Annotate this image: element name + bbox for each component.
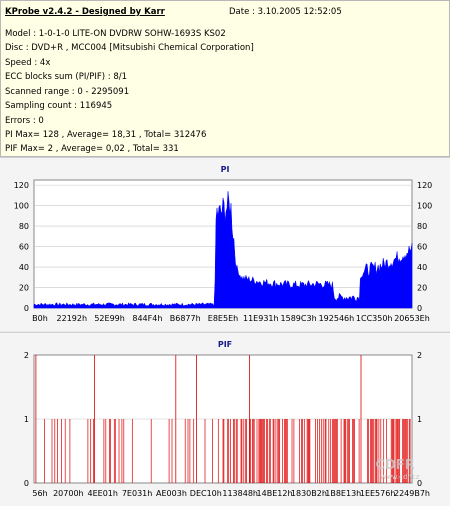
- x-tick-label: 844F4h: [132, 314, 162, 323]
- x-tick-label: E8E5Eh: [208, 314, 238, 323]
- info-range: Scanned range : 0 - 2295091: [5, 87, 130, 97]
- y-tick-label-left: 20: [19, 284, 29, 293]
- x-tick-label: 1830B2h: [291, 489, 327, 498]
- x-tick-label: 7E031h: [122, 489, 152, 498]
- watermark-logo: CDFR: [375, 458, 414, 473]
- y-tick-label-left: 1: [24, 415, 29, 424]
- x-tick-label: 14BE12h: [257, 489, 293, 498]
- info-errors: Errors : 0: [5, 116, 44, 126]
- x-tick-label: 1B8E13h: [325, 489, 361, 498]
- x-tick-label: 192546h: [319, 314, 355, 323]
- info-pi-stats: PI Max= 128 , Average= 18,31 , Total= 31…: [5, 130, 207, 140]
- x-tick-label: AE003h: [156, 489, 187, 498]
- info-speed: Speed : 4x: [5, 58, 51, 68]
- x-tick-label: 113848h: [222, 489, 258, 498]
- y-tick-label-right: 80: [417, 222, 427, 231]
- watermark-url: www.cdr.cz: [380, 473, 419, 481]
- y-tick-label-right: 100: [417, 202, 432, 211]
- x-tick-label: 56h: [32, 489, 47, 498]
- x-tick-label: DEC10h: [190, 489, 222, 498]
- x-tick-label: 20653Eh: [394, 314, 430, 323]
- pif-chart-panel: PIF 0 0 1 1 2 2 56h 20700h 4EE01h 7E031h AE003h DEC…: [0, 332, 450, 506]
- y-tick-label-right: 20: [417, 284, 427, 293]
- y-tick-label-right: 40: [417, 263, 427, 272]
- scan-date: Date : 3.10.2005 12:52:05: [229, 7, 342, 17]
- x-tick-label: 1CC350h: [356, 314, 393, 323]
- y-tick-label-left: 0: [24, 479, 29, 488]
- info-ecc: ECC blocks sum (PI/PIF) : 8/1: [5, 72, 128, 82]
- x-tick-label: 52E99h: [94, 314, 124, 323]
- y-tick-label-left: 100: [14, 202, 29, 211]
- x-tick-label: 1589C3h: [281, 314, 317, 323]
- pi-chart-panel: PI 0 0 20 20 40 40 60 60 80 80 100 100 120 120 B0h 2219…: [0, 157, 450, 331]
- pif-chart: 0 01 12 256h 20700h 4EE01h 7E031h AE003h DEC10h 1…: [24, 351, 430, 498]
- x-tick-label: 11E931h: [243, 314, 279, 323]
- y-tick-label-right: 120: [417, 181, 432, 190]
- pi-chart: 0 0 20 20 40 40 60 60 80 80 100 100 120 120 B0h 22192h 5…: [14, 179, 432, 323]
- y-tick-label-right: 2: [417, 351, 422, 360]
- x-tick-label: 20700h: [53, 489, 84, 498]
- info-disc: Disc : DVD+R , MCC004 [Mitsubishi Chemic…: [5, 43, 254, 53]
- y-tick-label-right: 60: [417, 243, 427, 252]
- y-tick-label-left: 60: [19, 243, 29, 252]
- info-model: Model : 1-0-1-0 LITE-ON DVDRW SOHW-1693S…: [5, 29, 226, 39]
- y-tick-label-right: 0: [417, 304, 422, 313]
- x-tick-label: 2249B7h: [394, 489, 430, 498]
- y-tick-label-left: 2: [24, 351, 29, 360]
- x-tick-label: 22192h: [57, 314, 88, 323]
- app-title: KProbe v2.4.2 - Designed by Karr: [5, 7, 165, 17]
- y-tick-label-left: 0: [24, 304, 29, 313]
- y-tick-label-left: 120: [14, 181, 29, 190]
- x-tick-label: B0h: [32, 314, 48, 323]
- y-tick-label-left: 80: [19, 222, 29, 231]
- x-tick-label: B6877h: [170, 314, 201, 323]
- x-tick-label: 1EE576h: [360, 489, 396, 498]
- info-sampling: Sampling count : 116945: [5, 101, 113, 111]
- info-panel: KProbe v2.4.2 - Designed by Karr Date : …: [0, 0, 450, 157]
- y-tick-label-left: 40: [19, 263, 29, 272]
- info-pif-stats: PIF Max= 2 , Average= 0,02 , Total= 331: [5, 144, 179, 154]
- x-tick-label: 4EE01h: [88, 489, 118, 498]
- y-tick-label-right: 1: [417, 415, 422, 424]
